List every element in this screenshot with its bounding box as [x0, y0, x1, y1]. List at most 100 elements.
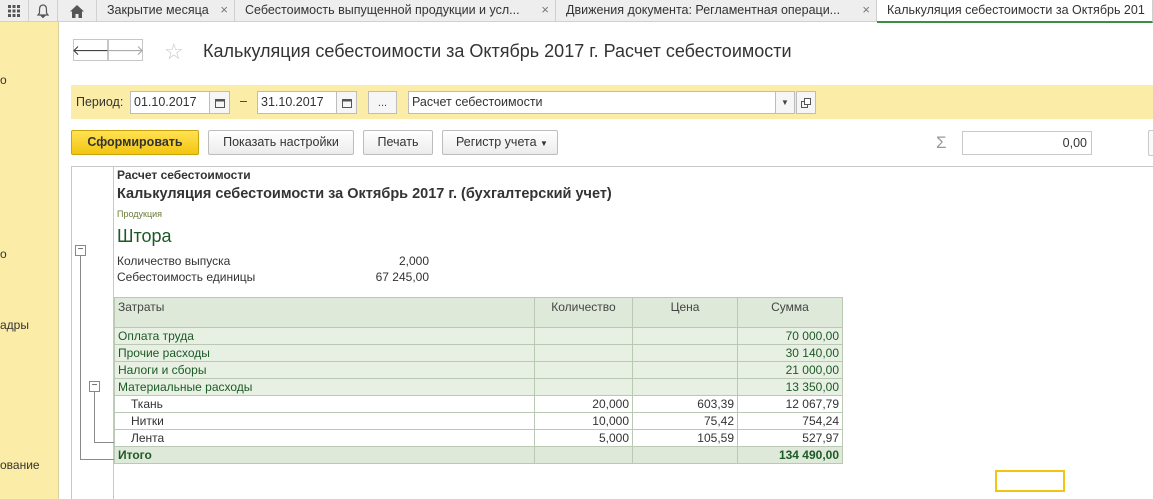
cost-item: Оплата труда [114, 327, 535, 345]
sigma-icon: Σ [936, 133, 947, 152]
calendar-icon[interactable] [209, 91, 230, 114]
cost-item: Ткань [114, 395, 535, 413]
nav-item-fragment[interactable]: ование [0, 458, 40, 472]
cost-price: 105,59 [632, 429, 738, 447]
table-row[interactable]: Лента 5,000 105,59 527,97 [114, 429, 843, 447]
cost-sum: 754,24 [737, 412, 843, 430]
chevron-down-icon: ▼ [540, 139, 548, 148]
collapse-group-icon[interactable]: − [89, 381, 100, 392]
table-row[interactable]: Оплата труда 70 000,00 [114, 327, 843, 345]
tab-production-cost[interactable]: Себестоимость выпущенной продукции и усл… [235, 0, 556, 22]
cost-qty [534, 327, 633, 345]
cost-qty: 20,000 [534, 395, 633, 413]
favorite-star-icon[interactable]: ☆ [164, 39, 184, 65]
group-bracket-line [80, 459, 114, 460]
cost-qty: 10,000 [534, 412, 633, 430]
open-icon[interactable] [796, 91, 816, 114]
column-header: Затраты [114, 297, 535, 328]
close-icon[interactable]: × [541, 0, 549, 20]
cost-qty [534, 344, 633, 362]
close-icon[interactable]: × [862, 0, 870, 20]
back-button[interactable]: 🡐 [71, 39, 110, 61]
left-nav-panel: о о адры ование [0, 22, 59, 499]
product-name: Штора [117, 226, 172, 246]
table-row[interactable]: Прочие расходы 30 140,00 [114, 344, 843, 362]
table-row[interactable]: Налоги и сборы 21 000,00 [114, 361, 843, 379]
nav-item-fragment[interactable]: о [0, 247, 7, 261]
bell-icon[interactable] [29, 0, 58, 22]
tab-month-close[interactable]: Закрытие месяца × [97, 0, 235, 22]
table-header-row: Затраты Количество Цена Сумма [114, 297, 843, 328]
product-label: Продукция [117, 209, 163, 219]
cost-sum: 12 067,79 [737, 395, 843, 413]
cost-qty: 5,000 [534, 429, 633, 447]
collapse-group-icon[interactable]: − [75, 245, 86, 256]
cost-item: Налоги и сборы [114, 361, 535, 379]
table-row[interactable]: Материальные расходы 13 350,00 [114, 378, 843, 396]
cost-sum: 527,97 [737, 429, 843, 447]
cost-price [632, 344, 738, 362]
qty-label: Количество выпуска [117, 254, 231, 268]
cost-price [632, 327, 738, 345]
total-label: Итого [114, 446, 535, 464]
tab-costing-active[interactable]: Калькуляция себестоимости за Октябрь 201 [877, 0, 1153, 23]
table-row[interactable]: Нитки 10,000 75,42 754,24 [114, 412, 843, 430]
home-icon[interactable] [58, 0, 97, 22]
total-empty [632, 446, 738, 464]
print-button[interactable]: Печать [363, 130, 433, 155]
period-dash: – [240, 94, 247, 108]
cost-qty [534, 378, 633, 396]
column-header: Сумма [737, 297, 843, 328]
close-icon[interactable]: × [220, 0, 228, 20]
period-select-button[interactable]: ... [368, 91, 397, 114]
selected-cell-frame[interactable] [995, 470, 1065, 492]
page-title: Калькуляция себестоимости за Октябрь 201… [203, 41, 792, 61]
cost-sum: 70 000,00 [737, 327, 843, 345]
register-label: Регистр учета [456, 135, 537, 149]
group-bracket-line [94, 392, 95, 442]
sum-field[interactable]: 0,00 [962, 131, 1092, 155]
calendar-icon[interactable] [336, 91, 357, 114]
tab-label: Калькуляция себестоимости за Октябрь 201 [887, 3, 1145, 17]
cost-qty [534, 361, 633, 379]
forward-button[interactable]: 🡒 [106, 39, 145, 61]
tab-label: Закрытие месяца [107, 3, 209, 17]
register-dropdown-button[interactable]: Регистр учета ▼ [442, 130, 558, 155]
cost-item: Прочие расходы [114, 344, 535, 362]
arrow-left-icon: 🡐 [71, 41, 110, 58]
show-settings-button[interactable]: Показать настройки [208, 130, 354, 155]
total-row[interactable]: Итого 134 490,00 [114, 446, 843, 464]
tab-label: Движения документа: Регламентная операци… [566, 3, 841, 17]
cost-sum: 30 140,00 [737, 344, 843, 362]
tab-document-movements[interactable]: Движения документа: Регламентная операци… [556, 0, 877, 22]
group-bracket-line [94, 442, 114, 443]
table-row[interactable]: Ткань 20,000 603,39 12 067,79 [114, 395, 843, 413]
report-caption: Расчет себестоимости [117, 168, 251, 182]
cost-item: Лента [114, 429, 535, 447]
dropdown-arrow-icon[interactable]: ▼ [775, 91, 795, 114]
costing-table: Затраты Количество Цена Сумма Оплата тру… [114, 297, 843, 464]
unit-cost-value: 67 245,00 [375, 270, 429, 284]
period-label: Период: [76, 95, 124, 109]
nav-item-fragment[interactable]: адры [0, 318, 29, 332]
cost-price: 75,42 [632, 412, 738, 430]
date-to-field[interactable]: 31.10.2017 [257, 91, 337, 114]
nav-item-fragment[interactable]: о [0, 73, 7, 87]
tab-label: Себестоимость выпущенной продукции и усл… [245, 3, 520, 17]
cost-price [632, 361, 738, 379]
group-bracket-line [80, 256, 81, 459]
column-header: Количество [534, 297, 633, 328]
arrow-right-icon: 🡒 [106, 41, 145, 58]
column-header: Цена [632, 297, 738, 328]
report-title: Калькуляция себестоимости за Октябрь 201… [117, 186, 612, 202]
cost-price: 603,39 [632, 395, 738, 413]
cost-sum: 13 350,00 [737, 378, 843, 396]
cost-item: Материальные расходы [114, 378, 535, 396]
more-button[interactable] [1148, 130, 1153, 156]
generate-button[interactable]: Сформировать [71, 130, 199, 155]
total-empty [534, 446, 633, 464]
grid-menu-icon[interactable] [0, 0, 29, 22]
cost-sum: 21 000,00 [737, 361, 843, 379]
report-variant-field[interactable]: Расчет себестоимости [408, 91, 776, 114]
date-from-field[interactable]: 01.10.2017 [130, 91, 210, 114]
